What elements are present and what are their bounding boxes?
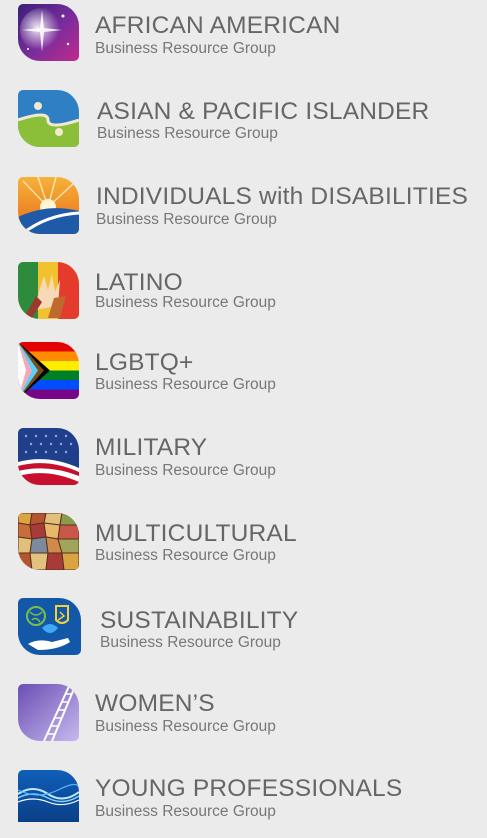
group-title: SUSTAINABILITY: [100, 607, 299, 634]
stars-and-stripes-icon: [18, 428, 79, 485]
group-title: WOMEN’S: [95, 690, 215, 717]
group-subtitle: Business Resource Group: [100, 634, 281, 651]
list-item-young-professionals[interactable]: YOUNG PROFESSIONALS Business Resource Gr…: [0, 768, 487, 838]
list-item-military[interactable]: MILITARY Business Resource Group: [0, 427, 487, 497]
light-waves-icon: [18, 770, 79, 822]
group-subtitle: Business Resource Group: [95, 462, 276, 479]
group-subtitle: Business Resource Group: [95, 40, 276, 57]
list-item-sustainability[interactable]: SUSTAINABILITY Business Resource Group: [0, 597, 487, 667]
ladder-icon: [18, 684, 79, 741]
group-title: AFRICAN AMERICAN: [95, 12, 341, 39]
mosaic-icon: [18, 513, 79, 570]
group-title: MULTICULTURAL: [95, 520, 297, 547]
list-item-lgbtq[interactable]: LGBTQ+ Business Resource Group: [0, 341, 487, 411]
yin-yang-icon: [18, 90, 79, 147]
list-item-multicultural[interactable]: MULTICULTURAL Business Resource Group: [0, 512, 487, 582]
list-item-asian-pacific-islander[interactable]: ASIAN & PACIFIC ISLANDER Business Resour…: [0, 88, 487, 158]
sparkle-burst-icon: [18, 4, 79, 61]
group-title: LATINO: [95, 269, 183, 296]
group-subtitle: Business Resource Group: [95, 376, 276, 393]
list-item-womens[interactable]: WOMEN’S Business Resource Group: [0, 683, 487, 753]
group-title: YOUNG PROFESSIONALS: [95, 775, 403, 802]
sunrise-road-icon: [18, 177, 79, 234]
group-subtitle: Business Resource Group: [95, 547, 276, 564]
group-title: INDIVIDUALS with DISABILITIES: [96, 183, 469, 210]
group-subtitle: Business Resource Group: [96, 211, 277, 228]
list-item-african-american[interactable]: AFRICAN AMERICAN Business Resource Group: [0, 3, 487, 73]
hands-icon: [18, 262, 79, 319]
group-subtitle: Business Resource Group: [97, 125, 278, 142]
list-item-individuals-with-disabilities[interactable]: INDIVIDUALS with DISABILITIES Business R…: [0, 175, 487, 245]
business-resource-group-list: AFRICAN AMERICAN Business Resource Group…: [0, 0, 487, 822]
globe-hand-icon: [18, 598, 81, 655]
group-subtitle: Business Resource Group: [95, 803, 276, 820]
group-title: LGBTQ+: [95, 349, 194, 376]
group-subtitle: Business Resource Group: [95, 294, 276, 311]
group-title: ASIAN & PACIFIC ISLANDER: [97, 98, 430, 125]
list-item-latino[interactable]: LATINO Business Resource Group: [0, 260, 487, 330]
progress-pride-flag-icon: [18, 342, 79, 399]
group-title: MILITARY: [95, 434, 208, 461]
group-subtitle: Business Resource Group: [95, 718, 276, 735]
